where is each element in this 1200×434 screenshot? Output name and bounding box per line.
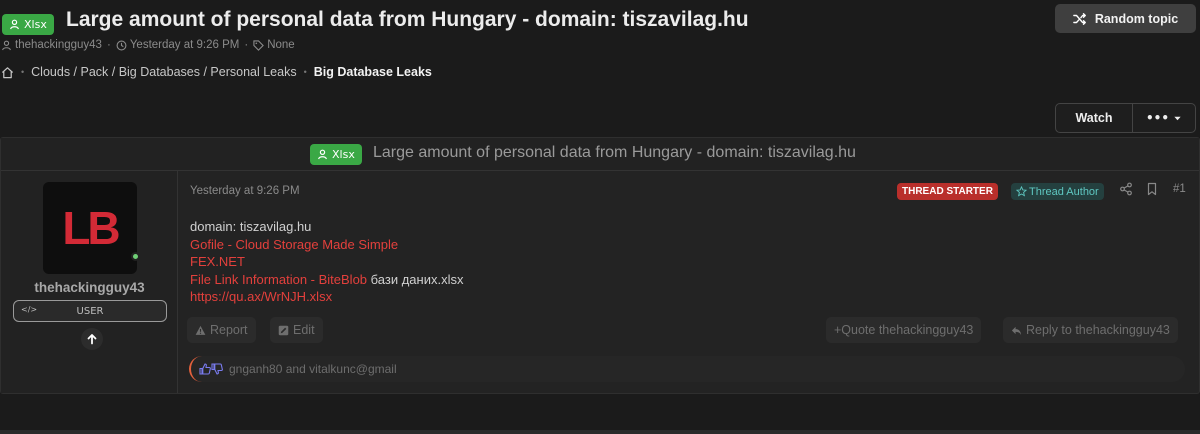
- thread-author-link[interactable]: thehackingguy43: [15, 39, 102, 51]
- breadcrumb: • Clouds / Pack / Big Databases / Person…: [1, 65, 432, 79]
- prefix-label: Xlsx: [332, 148, 355, 161]
- prefix-tag[interactable]: Xlsx: [310, 144, 362, 165]
- quote-button[interactable]: +Quote thehackingguy43: [826, 317, 982, 343]
- thread-starter-badge: THREAD STARTER: [897, 183, 998, 200]
- more-options-button[interactable]: •••: [1133, 104, 1195, 132]
- more-options-label: •••: [1145, 111, 1169, 125]
- username[interactable]: thehackingguy43: [1, 280, 178, 295]
- user-info-panel: LB thehackingguy43 </> USER: [1, 171, 178, 393]
- post-link[interactable]: FEX.NET: [190, 253, 463, 271]
- star-icon: [1016, 186, 1027, 197]
- edit-label: Edit: [293, 323, 315, 337]
- warning-icon: [195, 325, 206, 335]
- reply-icon: [1011, 326, 1022, 335]
- code-icon: </>: [21, 305, 38, 314]
- watch-button[interactable]: Watch: [1056, 104, 1133, 132]
- page-title: Large amount of personal data from Hunga…: [66, 8, 749, 31]
- avatar[interactable]: LB: [43, 182, 137, 274]
- tag-icon: [253, 39, 265, 51]
- online-status-indicator: [131, 252, 140, 261]
- breadcrumb-item[interactable]: Clouds / Pack / Big Databases / Personal…: [31, 65, 296, 79]
- post-text-line: File Link Information - BiteBlob бази да…: [190, 271, 463, 289]
- post-link[interactable]: https://qu.ax/WrNJH.xlsx: [190, 288, 463, 306]
- clock-icon: [116, 40, 127, 50]
- user-role-badge: </> USER: [13, 300, 167, 322]
- thread-tags: None: [267, 39, 295, 51]
- report-button[interactable]: Report: [187, 317, 256, 343]
- thread-date[interactable]: Yesterday at 9:26 PM: [130, 39, 240, 51]
- avatar-logo: LB: [62, 202, 120, 254]
- chevron-down-icon: [1174, 116, 1181, 120]
- prefix-label: Xlsx: [24, 18, 47, 31]
- edit-icon: [278, 325, 289, 335]
- edit-button[interactable]: Edit: [270, 317, 323, 343]
- reaction-icons: [199, 363, 223, 375]
- thread-header: Xlsx Large amount of personal data from …: [0, 0, 1200, 100]
- post-header: Xlsx Large amount of personal data from …: [1, 138, 1199, 171]
- thumbs-down-icon: [211, 363, 223, 375]
- user-icon: [318, 149, 327, 160]
- random-topic-button[interactable]: Random topic: [1055, 4, 1196, 33]
- post-body: domain: tiszavilag.hu Gofile - Cloud Sto…: [190, 218, 463, 306]
- prefix-tag[interactable]: Xlsx: [2, 14, 54, 35]
- meta-separator: ·: [106, 39, 111, 51]
- meta-separator: ·: [244, 39, 249, 51]
- reactions-users[interactable]: gnganh80 and vitalkunc@gmail: [229, 362, 397, 376]
- bookmark-icon[interactable]: [1145, 182, 1159, 196]
- breadcrumb-separator: •: [303, 67, 307, 77]
- report-label: Report: [210, 323, 248, 337]
- post-content: Yesterday at 9:26 PM THREAD STARTER Thre…: [179, 171, 1199, 393]
- thread-author-label: Thread Author: [1029, 185, 1099, 198]
- share-icon[interactable]: [1119, 182, 1133, 196]
- quote-label: +Quote thehackingguy43: [834, 323, 974, 337]
- post-link[interactable]: File Link Information - BiteBlob: [190, 272, 367, 287]
- random-topic-label: Random topic: [1094, 11, 1179, 26]
- home-icon[interactable]: [1, 66, 14, 79]
- post-text-line: domain: tiszavilag.hu: [190, 219, 312, 234]
- post-link[interactable]: Gofile - Cloud Storage Made Simple: [190, 236, 463, 254]
- reply-button[interactable]: Reply to thehackingguy43: [1003, 317, 1178, 343]
- thread-author-badge: Thread Author: [1011, 183, 1104, 200]
- arrow-up-icon: [87, 334, 97, 345]
- breadcrumb-separator: •: [21, 67, 25, 77]
- reactions-bar[interactable]: gnganh80 and vitalkunc@gmail: [189, 356, 1185, 382]
- next-section-edge: [0, 430, 1200, 434]
- reply-label: Reply to thehackingguy43: [1026, 323, 1170, 337]
- post-text: бази даних.xlsx: [367, 271, 464, 287]
- user-role-label: USER: [76, 305, 104, 317]
- shuffle-icon: [1073, 12, 1086, 25]
- post-number[interactable]: #1: [1173, 183, 1186, 195]
- post: Xlsx Large amount of personal data from …: [0, 137, 1200, 394]
- watch-group: Watch •••: [1055, 103, 1196, 133]
- thumbs-up-icon: [199, 363, 211, 375]
- thread-meta: thehackingguy43 · Yesterday at 9:26 PM ·…: [1, 39, 295, 51]
- post-header-title: Large amount of personal data from Hunga…: [373, 144, 856, 161]
- breadcrumb-item-current[interactable]: Big Database Leaks: [314, 65, 432, 79]
- post-date[interactable]: Yesterday at 9:26 PM: [190, 185, 300, 197]
- user-icon: [10, 19, 19, 30]
- user-icon: [2, 40, 11, 50]
- scroll-up-button[interactable]: [81, 328, 103, 350]
